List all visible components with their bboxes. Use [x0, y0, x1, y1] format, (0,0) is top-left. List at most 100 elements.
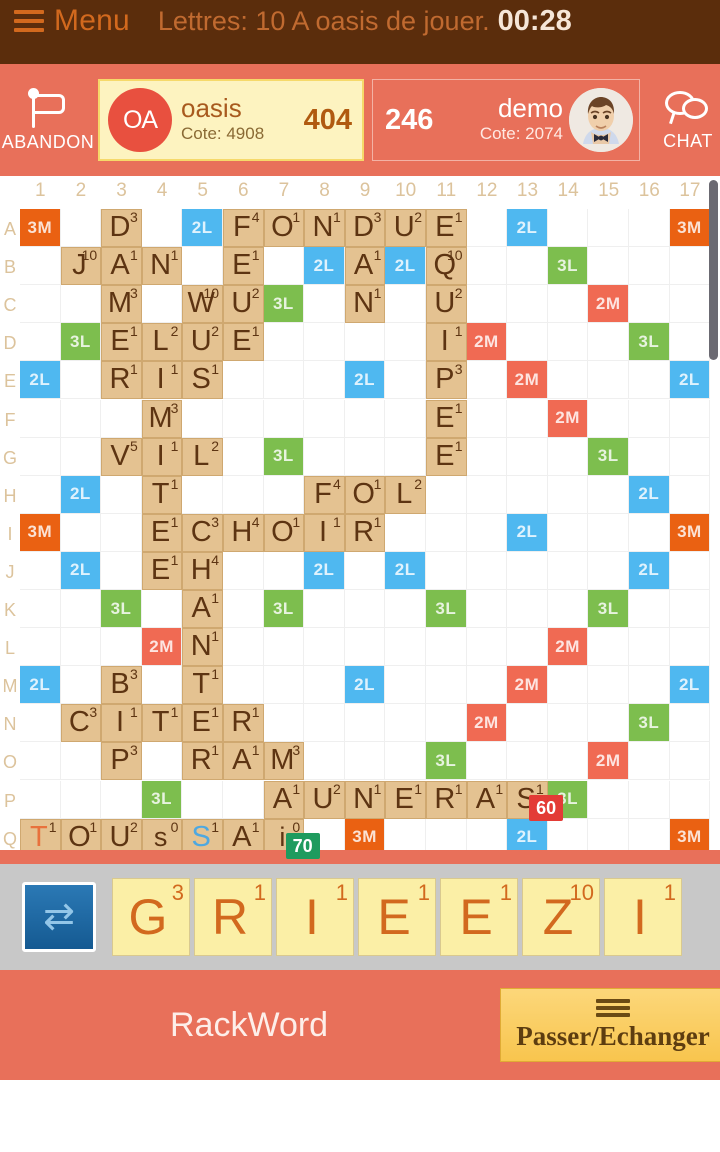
- board-cell[interactable]: 3L: [629, 323, 670, 362]
- board-tile[interactable]: R1: [223, 704, 264, 743]
- board-cell[interactable]: 3L: [426, 742, 467, 781]
- board-cell[interactable]: 2L: [60, 551, 102, 590]
- board-cell[interactable]: [629, 742, 670, 781]
- board-cell[interactable]: 3L: [588, 590, 629, 629]
- board-tile[interactable]: R1: [182, 742, 223, 781]
- board-tile[interactable]: S1: [182, 361, 223, 400]
- board-tile[interactable]: I1: [426, 323, 467, 362]
- board-tile[interactable]: E1: [223, 323, 264, 362]
- board-tile[interactable]: O1: [344, 475, 386, 514]
- board-cell[interactable]: [507, 590, 548, 629]
- board-cell[interactable]: 2M: [466, 704, 508, 743]
- board-cell[interactable]: [669, 742, 711, 781]
- board-cell[interactable]: [426, 551, 467, 590]
- board-cell[interactable]: [20, 590, 61, 629]
- board-cell[interactable]: [223, 551, 264, 590]
- board-cell[interactable]: [385, 285, 426, 324]
- board-cell[interactable]: [466, 628, 508, 667]
- board-cell[interactable]: [20, 247, 61, 286]
- board-tile[interactable]: N1: [304, 209, 345, 248]
- board-tile[interactable]: L2: [385, 475, 426, 514]
- board-cell[interactable]: [466, 475, 508, 514]
- board-cell[interactable]: [141, 209, 183, 248]
- board-cell[interactable]: [223, 628, 264, 667]
- board-cell[interactable]: [304, 666, 345, 705]
- board-cell[interactable]: [629, 590, 670, 629]
- board-cell[interactable]: [426, 513, 467, 552]
- board-cell[interactable]: [60, 361, 102, 400]
- board-cell[interactable]: [588, 399, 629, 438]
- board-cell[interactable]: [588, 247, 629, 286]
- board-tile[interactable]: I1: [101, 704, 142, 743]
- board-tile[interactable]: D3: [101, 209, 142, 248]
- board-tile[interactable]: L2: [141, 323, 183, 362]
- board-cell[interactable]: [344, 590, 386, 629]
- board-cell[interactable]: [588, 551, 629, 590]
- board-tile[interactable]: T1: [141, 704, 183, 743]
- board-cell[interactable]: [263, 551, 305, 590]
- board-cell[interactable]: 2L: [507, 209, 548, 248]
- board-tile[interactable]: E1: [426, 399, 467, 438]
- board-cell[interactable]: [304, 742, 345, 781]
- board-cell[interactable]: [182, 780, 223, 819]
- board-tile[interactable]: P3: [101, 742, 142, 781]
- rack-tile[interactable]: R1: [194, 878, 272, 956]
- player-card-opponent[interactable]: 246 demo Cote: 2074: [372, 79, 640, 161]
- board-tile[interactable]: A1: [182, 590, 223, 629]
- board-tile[interactable]: L2: [182, 437, 223, 476]
- board-cell[interactable]: [20, 323, 61, 362]
- board-cell[interactable]: 2M: [141, 628, 183, 667]
- board-cell[interactable]: [466, 590, 508, 629]
- board-tile[interactable]: M3: [141, 399, 183, 438]
- board-cell[interactable]: [669, 475, 711, 514]
- pass-exchange-button[interactable]: Passer/Echanger: [500, 988, 720, 1062]
- board-cell[interactable]: [182, 475, 223, 514]
- board-cell[interactable]: [669, 780, 711, 819]
- board-tile[interactable]: H4: [182, 551, 223, 590]
- board-scrollbar[interactable]: [709, 180, 718, 360]
- board-cell[interactable]: [263, 666, 305, 705]
- board-tile[interactable]: A1: [263, 780, 305, 819]
- board-cell[interactable]: [20, 285, 61, 324]
- board-cell[interactable]: [669, 628, 711, 667]
- board-cell[interactable]: [507, 704, 548, 743]
- board-cell[interactable]: 3L: [547, 247, 589, 286]
- board-tile[interactable]: E1: [223, 247, 264, 286]
- board-cell[interactable]: 3L: [588, 437, 629, 476]
- board-cell[interactable]: [101, 399, 142, 438]
- board-cell[interactable]: [507, 551, 548, 590]
- board-cell[interactable]: [507, 475, 548, 514]
- board-cell[interactable]: [60, 437, 102, 476]
- board-cell[interactable]: 2L: [20, 666, 61, 705]
- board-cell[interactable]: [669, 551, 711, 590]
- board-cell[interactable]: 3M: [20, 209, 61, 248]
- game-board[interactable]: 1 2 3 4 5 6 7 8 9 10 11 12 13 14 15 16 17 ABCDEFGHIJKLMN…: [0, 176, 720, 859]
- board-cell[interactable]: [385, 513, 426, 552]
- board-cell[interactable]: [507, 437, 548, 476]
- board-cell[interactable]: [669, 704, 711, 743]
- board-tile[interactable]: U2: [182, 323, 223, 362]
- board-cell[interactable]: 3L: [141, 780, 183, 819]
- board-cell[interactable]: 3M: [669, 209, 711, 248]
- board-cell[interactable]: [141, 742, 183, 781]
- board-cell[interactable]: [547, 285, 589, 324]
- board-cell[interactable]: [507, 247, 548, 286]
- board-cell[interactable]: [507, 323, 548, 362]
- board-cell[interactable]: [223, 437, 264, 476]
- board-tile[interactable]: M3: [101, 285, 142, 324]
- board-cell[interactable]: [466, 399, 508, 438]
- board-cell[interactable]: [629, 628, 670, 667]
- board-cell[interactable]: [426, 666, 467, 705]
- board-cell[interactable]: [223, 361, 264, 400]
- board-cell[interactable]: [426, 628, 467, 667]
- board-cell[interactable]: [263, 323, 305, 362]
- board-cell[interactable]: 2L: [385, 247, 426, 286]
- board-cell[interactable]: 2L: [385, 551, 426, 590]
- board-tile[interactable]: N1: [344, 285, 386, 324]
- board-tile[interactable]: T1: [141, 475, 183, 514]
- board-tile[interactable]: P3: [426, 361, 467, 400]
- board-cell[interactable]: [344, 323, 386, 362]
- board-cell[interactable]: [304, 704, 345, 743]
- board-cell[interactable]: [263, 475, 305, 514]
- board-cell[interactable]: [344, 551, 386, 590]
